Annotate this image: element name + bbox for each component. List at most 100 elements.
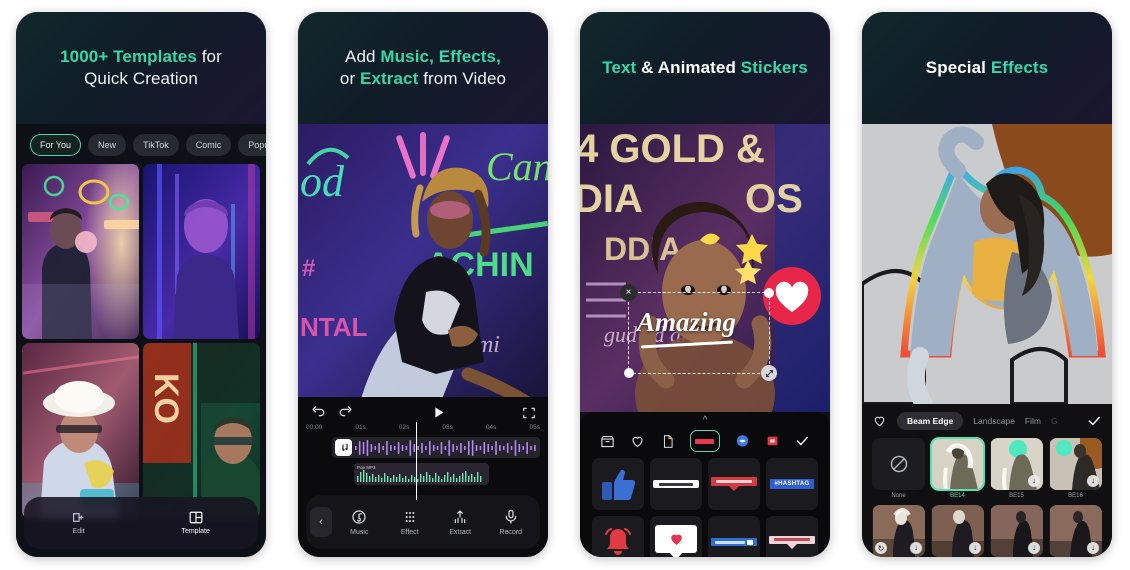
thumbs-up-sticker bbox=[602, 469, 636, 501]
tool-effect[interactable]: Effect bbox=[385, 509, 436, 536]
heart-outline-icon[interactable] bbox=[872, 414, 887, 428]
download-icon[interactable]: ↓ bbox=[1028, 542, 1040, 554]
sticker-item[interactable] bbox=[592, 458, 644, 510]
tool-music-label: Music bbox=[350, 528, 369, 536]
sticker-store-icon[interactable] bbox=[600, 434, 615, 449]
category-landscape[interactable]: Landscape bbox=[973, 416, 1015, 426]
download-icon[interactable]: ↓ bbox=[1028, 475, 1040, 487]
sticker-item[interactable] bbox=[650, 458, 702, 510]
resize-handle-icon[interactable] bbox=[761, 365, 777, 381]
category-partial[interactable]: G bbox=[1051, 416, 1058, 426]
play-icon[interactable] bbox=[431, 405, 446, 420]
rotate-handle[interactable] bbox=[764, 288, 774, 298]
sticker-item[interactable] bbox=[708, 458, 760, 510]
chip-new[interactable]: New bbox=[88, 134, 127, 156]
blue-banner-sticker bbox=[711, 538, 757, 546]
headline-plain-1: Special bbox=[925, 58, 991, 78]
effect-thumb-be19[interactable]: ↓ bbox=[990, 505, 1043, 557]
check-icon[interactable] bbox=[1086, 414, 1102, 428]
effect-item[interactable]: None bbox=[872, 438, 925, 499]
delete-text-handle[interactable]: × bbox=[620, 284, 637, 301]
back-button[interactable]: ‹ bbox=[310, 507, 332, 537]
sticker-item[interactable] bbox=[708, 516, 760, 557]
effect-thumb-be16[interactable]: ↓ bbox=[1049, 438, 1102, 490]
effect-item[interactable]: ↻ ↓ BE17 bbox=[872, 505, 925, 557]
fullscreen-icon[interactable] bbox=[522, 406, 536, 420]
reset-icon[interactable]: ↻ bbox=[875, 542, 887, 554]
paper-note-icon[interactable] bbox=[661, 434, 675, 449]
sticker-item[interactable]: #HASHTAG bbox=[766, 458, 818, 510]
chip-for-you[interactable]: For You bbox=[30, 134, 82, 156]
download-icon[interactable]: ↓ bbox=[1087, 542, 1099, 554]
effects-grid: None BE14 ↓ BE15 ↓ BE16 ↻ ↓ ↓ ↓ ↓ bbox=[862, 436, 1112, 557]
effect-item[interactable]: ↓ BE19 bbox=[990, 505, 1043, 557]
chip-comic[interactable]: Comic bbox=[185, 134, 232, 156]
text-selection-box[interactable]: × Amazing bbox=[620, 284, 777, 381]
effect-item[interactable]: ↓ BE15 bbox=[990, 438, 1043, 499]
download-icon[interactable]: ↓ bbox=[969, 542, 981, 554]
blue-bubble-icon[interactable] bbox=[735, 434, 750, 449]
template-card[interactable]: KO bbox=[143, 343, 260, 518]
page-title-stickers: Text & Animated Stickers bbox=[602, 57, 808, 79]
redo-icon[interactable] bbox=[339, 405, 354, 420]
screenshot-stage: 1000+ Templates for Quick Creation For Y… bbox=[0, 0, 1130, 570]
headline-accent-1: Text bbox=[602, 58, 637, 78]
text-banner-icon[interactable] bbox=[689, 430, 720, 452]
extract-arrow-icon bbox=[454, 509, 466, 523]
download-icon[interactable]: ↓ bbox=[910, 542, 922, 554]
beam-edge-dancer-photo bbox=[862, 124, 1112, 404]
sticker-item[interactable] bbox=[592, 516, 644, 557]
template-card[interactable] bbox=[143, 164, 260, 339]
favorites-heart-icon[interactable] bbox=[630, 434, 645, 449]
tab-edit[interactable]: Edit bbox=[72, 511, 85, 535]
video-track[interactable] bbox=[332, 437, 540, 458]
banner-text-bar bbox=[715, 540, 745, 544]
svg-text:NTAL: NTAL bbox=[300, 312, 368, 342]
pink-banner-sticker bbox=[769, 535, 815, 549]
tool-extract[interactable]: Extract bbox=[435, 509, 486, 536]
category-film[interactable]: Film bbox=[1025, 416, 1041, 426]
effect-item[interactable]: BE14 bbox=[930, 437, 985, 499]
template-card[interactable] bbox=[22, 164, 139, 339]
effect-item[interactable]: ↓ BE16 bbox=[1049, 438, 1102, 499]
phone-panel-effects: Special Effects Beam Edge Landscape Film… bbox=[862, 12, 1112, 557]
confirm-check-icon[interactable] bbox=[794, 434, 810, 448]
sticker-grid: #HASHTAG bbox=[580, 458, 830, 557]
effect-item[interactable]: ↓ BE18 bbox=[931, 505, 984, 557]
heart-icon bbox=[670, 534, 682, 545]
tool-record[interactable]: Record bbox=[486, 509, 537, 536]
sticker-item[interactable] bbox=[650, 516, 702, 557]
effect-thumb-be20[interactable]: ↓ bbox=[1049, 505, 1102, 557]
effect-thumb-be17[interactable]: ↻ ↓ bbox=[872, 505, 925, 557]
sticker-item[interactable] bbox=[766, 516, 818, 557]
audio-note-badge bbox=[335, 439, 352, 456]
download-icon[interactable]: ↓ bbox=[1087, 475, 1099, 487]
chevron-up-icon[interactable]: ^ bbox=[580, 412, 830, 426]
corner-handle[interactable] bbox=[624, 368, 634, 378]
tool-extract-label: Extract bbox=[449, 528, 472, 536]
video-preview-effects[interactable] bbox=[862, 124, 1112, 404]
effect-thumb-none[interactable] bbox=[872, 438, 925, 490]
music-note-icon bbox=[342, 443, 348, 451]
effect-thumb-be18[interactable]: ↓ bbox=[931, 505, 984, 557]
chip-popular[interactable]: Popular bbox=[238, 134, 266, 156]
headline-plain-3: from Video bbox=[418, 69, 507, 88]
category-beam-edge[interactable]: Beam Edge bbox=[897, 412, 964, 430]
tool-music[interactable]: Music bbox=[334, 509, 385, 536]
red-badge-icon[interactable] bbox=[766, 435, 779, 448]
template-card[interactable] bbox=[22, 343, 139, 518]
headline-accent-2: Extract bbox=[360, 69, 419, 88]
effect-thumb-be15[interactable]: ↓ bbox=[990, 438, 1043, 490]
timeline-playhead[interactable] bbox=[416, 422, 418, 500]
template-grid-icon bbox=[189, 511, 203, 524]
tab-template[interactable]: Template bbox=[181, 511, 210, 535]
video-preview-stickers[interactable]: 4 GOLD & DIA OS DDIA gud ad ar × Amazing bbox=[580, 124, 830, 412]
chip-tiktok[interactable]: TikTok bbox=[133, 134, 179, 156]
audio-clip[interactable]: Pop MP3 bbox=[354, 463, 489, 485]
video-preview-music[interactable]: od Can ACHIN # NTAL key mi bbox=[298, 124, 548, 409]
undo-icon[interactable] bbox=[310, 405, 325, 420]
canvas-text[interactable]: Amazing bbox=[637, 307, 736, 338]
tick-4: 04s bbox=[485, 424, 497, 431]
effect-item[interactable]: ↓ BE20 bbox=[1049, 505, 1102, 557]
effect-thumb-be14[interactable] bbox=[930, 437, 985, 491]
